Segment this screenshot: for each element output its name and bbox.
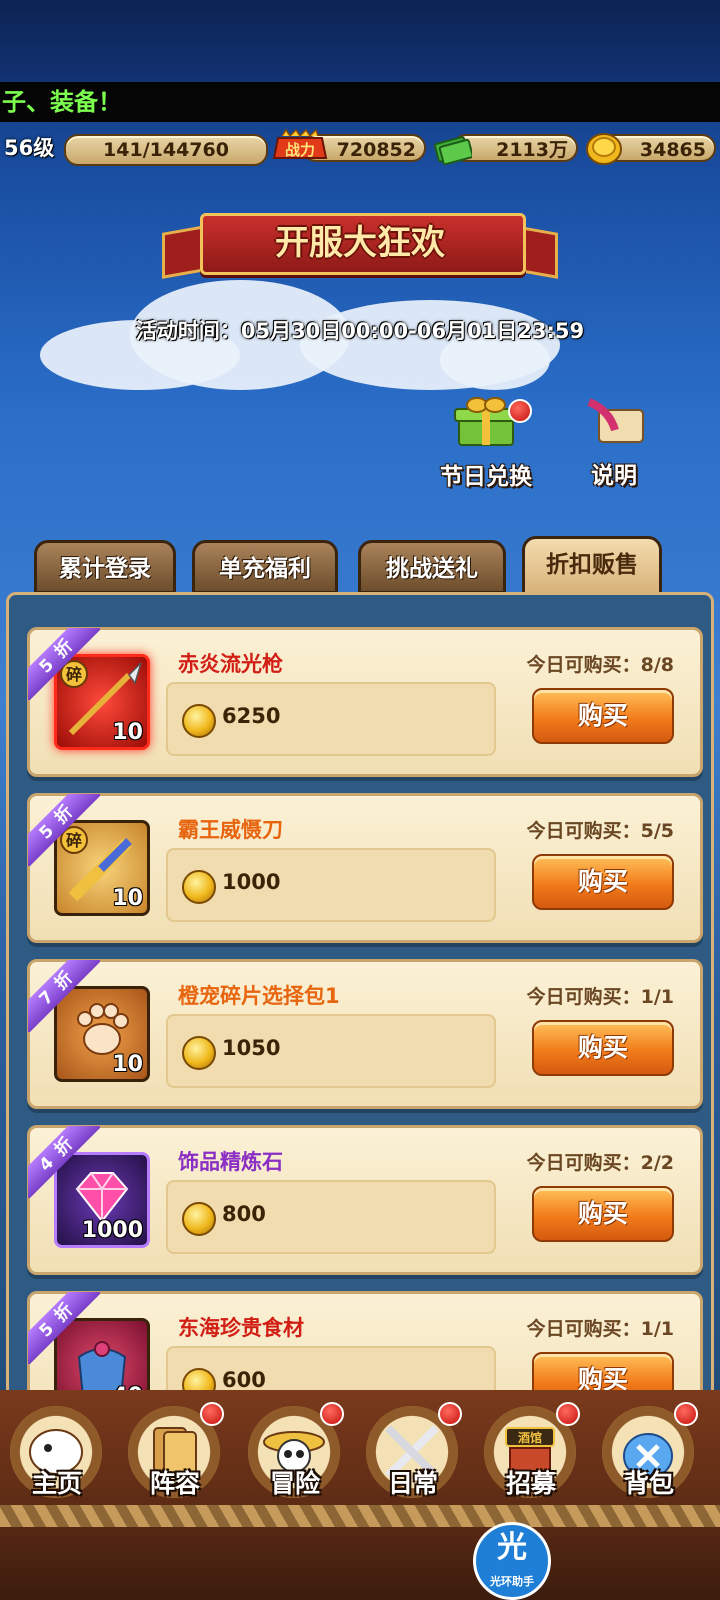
notification-dot	[200, 1402, 224, 1426]
discount-panel: 碎 10 5 折 赤炎流光枪 今日可购买：8/8 6250 购买 碎 10 5 …	[6, 592, 714, 1441]
daily-limit: 今日可购买：5/5	[526, 820, 674, 842]
tavern-sign: 酒馆	[518, 1430, 542, 1445]
item-name: 赤炎流光枪	[178, 652, 283, 676]
item-name: 东海珍贵食材	[178, 1316, 304, 1340]
scroll-quill-icon	[587, 398, 644, 443]
gold-coin-icon	[182, 1036, 216, 1070]
nav-adventure-label: 冒险	[269, 1469, 320, 1498]
price-box: 1000	[166, 848, 496, 922]
nav-backpack-label: 背包	[623, 1469, 674, 1498]
nav-home[interactable]: 主页	[2, 1406, 112, 1506]
price-box: 800	[166, 1180, 496, 1254]
item-price: 6250	[222, 704, 281, 728]
event-banner: 开服大狂欢	[160, 205, 560, 285]
notification-dot	[508, 399, 532, 423]
item-price: 1050	[222, 1036, 281, 1060]
list-item: 10 7 折 橙宠碎片选择包1 今日可购买：1/1 1050 购买	[27, 959, 703, 1109]
item-count: 10	[112, 886, 143, 911]
notification-dot	[438, 1402, 462, 1426]
discount-label: 5 折	[28, 628, 100, 700]
tab-challenge-gift[interactable]: 挑战送礼	[358, 540, 506, 594]
discount-badge: 5 折	[28, 794, 100, 866]
nav-home-label: 主页	[31, 1469, 82, 1498]
item-count: 10	[112, 1052, 143, 1077]
notification-dot	[320, 1402, 344, 1426]
daily-limit: 今日可购买：1/1	[526, 1318, 674, 1340]
event-time: 活动时间：05月30日00:00-06月01日23:59	[135, 319, 585, 343]
nav-recruit[interactable]: 酒馆 招募	[476, 1402, 586, 1506]
daily-limit: 今日可购买：2/2	[526, 1152, 674, 1174]
status-area	[0, 0, 720, 82]
help-label: 说明	[591, 463, 637, 489]
item-price: 600	[222, 1368, 266, 1392]
list-item: 碎 10 5 折 赤炎流光枪 今日可购买：8/8 6250 购买	[27, 627, 703, 777]
festival-exchange-label: 节日兑换	[440, 464, 532, 490]
nav-lineup[interactable]: 阵容	[120, 1402, 230, 1506]
discount-label: 5 折	[28, 1292, 100, 1364]
item-name: 饰品精炼石	[178, 1150, 283, 1174]
discount-badge: 5 折	[28, 1292, 100, 1364]
buy-button[interactable]: 购买	[532, 1186, 674, 1242]
discount-badge: 7 折	[28, 960, 100, 1032]
notification-dot	[674, 1402, 698, 1426]
nav-daily-label: 日常	[387, 1469, 438, 1498]
event-title: 开服大狂欢	[275, 223, 445, 263]
power-icon: 战力	[272, 128, 328, 159]
nav-lineup-label: 阵容	[149, 1469, 200, 1498]
daily-limit: 今日可购买：1/1	[526, 986, 674, 1008]
item-price: 800	[222, 1202, 266, 1226]
tab-cumulative-login[interactable]: 累计登录	[34, 540, 176, 594]
exp-bar: 141/144760	[64, 134, 268, 166]
item-name: 霸王威慑刀	[178, 818, 283, 842]
tab-discount-sale[interactable]: 折扣贩售	[522, 536, 662, 596]
nav-adventure[interactable]: 冒险	[240, 1402, 350, 1506]
helper-label: 光环助手	[490, 1575, 534, 1588]
gold-coin-icon	[182, 704, 216, 738]
daily-limit: 今日可购买：8/8	[526, 654, 674, 676]
price-box: 6250	[166, 682, 496, 756]
player-level: 56级	[4, 136, 55, 160]
discount-label: 7 折	[28, 960, 100, 1032]
notification-dot	[556, 1402, 580, 1426]
discount-badge: 4 折	[28, 1126, 100, 1198]
item-name: 橙宠碎片选择包1	[178, 984, 340, 1008]
power-label: 战力	[285, 141, 315, 159]
nav-recruit-label: 招募	[505, 1469, 556, 1498]
buy-button[interactable]: 购买	[532, 688, 674, 744]
helper-glyph: 光	[497, 1530, 527, 1565]
gold-coin-icon	[182, 1202, 216, 1236]
scrolling-notice: 子、装备！	[0, 82, 720, 122]
resource-bar: 56级 141/144760 720852 战力 2113万 34865	[0, 128, 720, 170]
nav-daily[interactable]: 日常	[358, 1402, 468, 1506]
price-box: 1050	[166, 1014, 496, 1088]
list-item: 1000 4 折 饰品精炼石 今日可购买：2/2 800 购买	[27, 1125, 703, 1275]
item-price: 1000	[222, 870, 281, 894]
buy-button[interactable]: 购买	[532, 1020, 674, 1076]
cash-icon	[433, 136, 472, 166]
helper-assistant-button[interactable]: 光 光环助手	[473, 1522, 551, 1600]
rope-decoration	[0, 1505, 720, 1527]
list-item: 碎 10 5 折 霸王威慑刀 今日可购买：5/5 1000 购买	[27, 793, 703, 943]
item-count: 1000	[81, 1218, 143, 1243]
buy-button[interactable]: 购买	[532, 854, 674, 910]
item-count: 10	[112, 720, 143, 745]
help-button[interactable]: 说明	[574, 398, 654, 489]
gold-coin-icon	[586, 133, 622, 165]
festival-exchange-button[interactable]: 节日兑换	[430, 395, 542, 490]
gold-coin-icon	[182, 870, 216, 904]
tab-single-recharge[interactable]: 单充福利	[192, 540, 338, 594]
nav-backpack[interactable]: 背包	[594, 1402, 704, 1506]
discount-label: 5 折	[28, 794, 100, 866]
discount-label: 4 折	[28, 1126, 100, 1198]
discount-badge: 5 折	[28, 628, 100, 700]
